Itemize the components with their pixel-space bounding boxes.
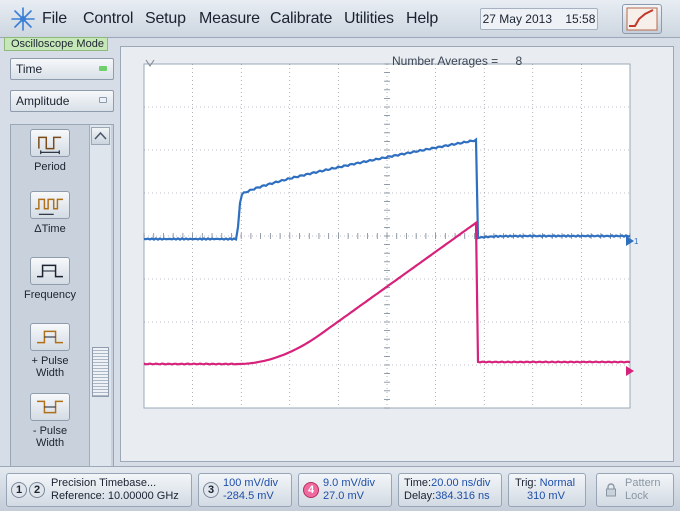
menu-measure[interactable]: Measure [199, 10, 260, 28]
scroll-thumb[interactable] [92, 347, 109, 397]
channel-3-chip[interactable]: 3 [203, 482, 219, 498]
chevron-up-icon [94, 131, 107, 140]
time-text: 15:58 [565, 12, 596, 26]
ch3-scale: 100 mV/div [223, 477, 279, 489]
menu-setup[interactable]: Setup [145, 10, 186, 28]
reference-value: 10.00000 GHz [107, 490, 179, 502]
channel-4-panel[interactable]: 4 9.0 mV/div 27.0 mV [298, 473, 392, 507]
channel-2-chip[interactable]: 2 [29, 482, 45, 498]
time-per-div: 20.00 ns/div [431, 477, 491, 489]
time-label: Time: [404, 477, 432, 489]
averages-value: 8 [515, 54, 523, 68]
negative-pulse-label-2: Width [35, 437, 65, 449]
waveform-display[interactable]: 1 [120, 46, 674, 462]
measurement-scrollbar[interactable] [89, 125, 111, 511]
amplitude-dropdown[interactable]: Amplitude [10, 90, 114, 112]
delta-time-button[interactable]: ΔTime [17, 191, 83, 235]
trig-label: Trig: [515, 477, 537, 489]
menu-help[interactable]: Help [406, 10, 438, 28]
delay-value: 384.316 ns [435, 490, 490, 502]
amplitude-dropdown-label: Amplitude [16, 94, 70, 108]
period-button[interactable]: Period [17, 129, 83, 173]
frequency-label: Frequency [24, 289, 76, 301]
measurement-list: Period ΔTime Frequency + Pulse Width - P… [10, 124, 114, 511]
delay-label: Delay: [404, 490, 436, 502]
negative-pulse-icon [30, 393, 70, 421]
timebase-panel[interactable]: 1 2 Precision Timebase... Reference: 10.… [6, 473, 192, 507]
negative-pulse-label-1: - Pulse [32, 425, 68, 437]
delta-time-icon [30, 191, 70, 219]
channel-1-marker: 1 [626, 236, 639, 246]
trigger-panel[interactable]: Trig: Normal 310 mV [508, 473, 586, 507]
inactive-indicator-icon [99, 97, 107, 103]
pattern-lock-button[interactable]: Pattern Lock [596, 473, 674, 507]
time-dropdown[interactable]: Time [10, 58, 114, 80]
period-label: Period [34, 161, 66, 173]
number-averages: Number Averages = 8 [392, 54, 522, 68]
menu-utilities[interactable]: Utilities [344, 10, 394, 28]
positive-pulse-label-2: Width [35, 367, 65, 379]
positive-pulse-width-button[interactable]: + Pulse Width [17, 323, 83, 379]
reference-label: Reference: [51, 490, 105, 502]
channel-1-chip[interactable]: 1 [11, 482, 27, 498]
ch4-scale: 9.0 mV/div [323, 477, 375, 489]
waveform-screenshot-button[interactable] [622, 4, 662, 34]
left-panel: Time Amplitude Period ΔTime Frequency + … [4, 52, 116, 511]
status-bar: 1 2 Precision Timebase... Reference: 10.… [0, 466, 680, 511]
date-time-display: 27 May 2013 15:58 [480, 8, 598, 30]
channel-4-chip[interactable]: 4 [303, 482, 319, 498]
horizontal-panel[interactable]: Time:20.00 ns/div Delay:384.316 ns [398, 473, 502, 507]
active-indicator-icon [99, 66, 107, 71]
time-dropdown-label: Time [16, 62, 43, 76]
date-text: 27 May 2013 [482, 12, 552, 26]
trig-level: 310 mV [527, 490, 565, 502]
menu-calibrate[interactable]: Calibrate [270, 10, 332, 28]
negative-pulse-width-button[interactable]: - Pulse Width [17, 393, 83, 449]
positive-pulse-label-1: + Pulse [31, 355, 69, 367]
pattern-lock-line2: Lock [625, 490, 649, 502]
lock-icon [606, 483, 616, 497]
frequency-icon [30, 257, 70, 285]
waveform-icon [626, 7, 658, 31]
channel-3-panel[interactable]: 3 100 mV/div -284.5 mV [198, 473, 292, 507]
menu-bar: File Control Setup Measure Calibrate Uti… [0, 0, 680, 38]
positive-pulse-icon [30, 323, 70, 351]
scroll-up-button[interactable] [91, 127, 110, 145]
ch4-offset: 27.0 mV [323, 490, 364, 502]
pattern-lock-line1: Pattern [625, 477, 661, 489]
delta-time-label: ΔTime [34, 223, 66, 235]
svg-text:1: 1 [634, 237, 639, 246]
period-icon [30, 129, 70, 157]
menu-control[interactable]: Control [83, 10, 133, 28]
ch3-offset: -284.5 mV [223, 490, 274, 502]
timebase-title: Precision Timebase... [51, 477, 157, 489]
mode-label: Oscilloscope Mode [4, 37, 108, 51]
frequency-button[interactable]: Frequency [17, 257, 83, 301]
averages-label: Number Averages = [392, 54, 499, 68]
agilent-spark-icon [11, 7, 35, 31]
trig-mode: Normal [539, 477, 576, 489]
menu-file[interactable]: File [42, 10, 67, 28]
